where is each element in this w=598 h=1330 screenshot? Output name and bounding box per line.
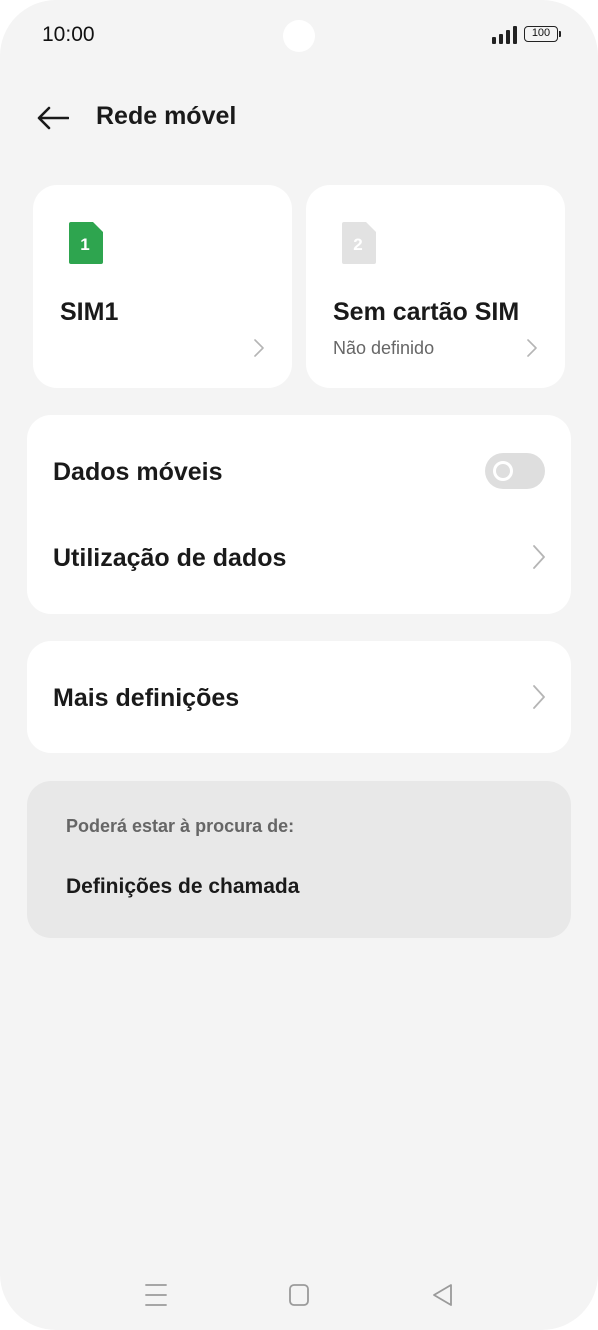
chevron-right-icon: [527, 339, 537, 357]
battery-tip: [559, 31, 561, 37]
suggestions-card: Poderá estar à procura de: Definições de…: [27, 781, 571, 938]
mobile-data-row[interactable]: Dados móveis: [27, 429, 571, 515]
more-settings-row[interactable]: Mais definições: [27, 655, 571, 741]
back-triangle-icon[interactable]: [422, 1280, 462, 1310]
camera-cutout: [283, 20, 315, 52]
sim-1-badge: 1: [80, 235, 89, 254]
mobile-data-toggle[interactable]: [485, 453, 545, 489]
data-usage-label: Utilização de dados: [53, 544, 287, 572]
sim-2-icon: 2: [342, 222, 376, 264]
suggestions-heading: Poderá estar à procura de:: [66, 816, 295, 836]
toggle-knob: [493, 461, 513, 481]
status-time: 10:00: [42, 23, 95, 46]
sim-1-name: SIM1: [60, 298, 119, 326]
status-bar: 10:00 100: [0, 0, 598, 70]
home-icon[interactable]: [279, 1280, 319, 1310]
sim-1-icon: 1: [69, 222, 103, 264]
header: Rede móvel: [0, 90, 598, 146]
call-settings-link[interactable]: Definições de chamada: [66, 875, 299, 899]
more-settings-group: Mais definições: [27, 641, 571, 753]
sim-2-status: Não definido: [333, 338, 435, 358]
menu-icon[interactable]: [136, 1280, 176, 1310]
sim-card-2[interactable]: 2 Sem cartão SIM Não definido: [306, 185, 565, 388]
chevron-right-icon: [533, 685, 545, 709]
sim-2-name: Sem cartão SIM: [333, 298, 520, 326]
back-arrow-icon: [37, 106, 69, 130]
chevron-right-icon: [533, 545, 545, 569]
sim-2-badge: 2: [353, 235, 362, 254]
chevron-right-icon: [254, 339, 264, 357]
sim-card-1[interactable]: 1 SIM1: [33, 185, 292, 388]
phone-screen: 10:00 100 Rede móvel 1 SIM1 2 Sem cartão…: [0, 0, 598, 1330]
page-title: Rede móvel: [96, 102, 237, 130]
mobile-data-label: Dados móveis: [53, 458, 223, 486]
data-usage-row[interactable]: Utilização de dados: [27, 515, 571, 601]
mobile-data-group: Dados móveis Utilização de dados: [27, 415, 571, 614]
navigation-bar: [0, 1260, 598, 1330]
signal-icon: [492, 26, 517, 44]
more-settings-label: Mais definições: [53, 684, 240, 712]
battery-icon: 100: [524, 26, 558, 42]
back-button[interactable]: [30, 96, 76, 142]
battery-level: 100: [531, 27, 551, 39]
